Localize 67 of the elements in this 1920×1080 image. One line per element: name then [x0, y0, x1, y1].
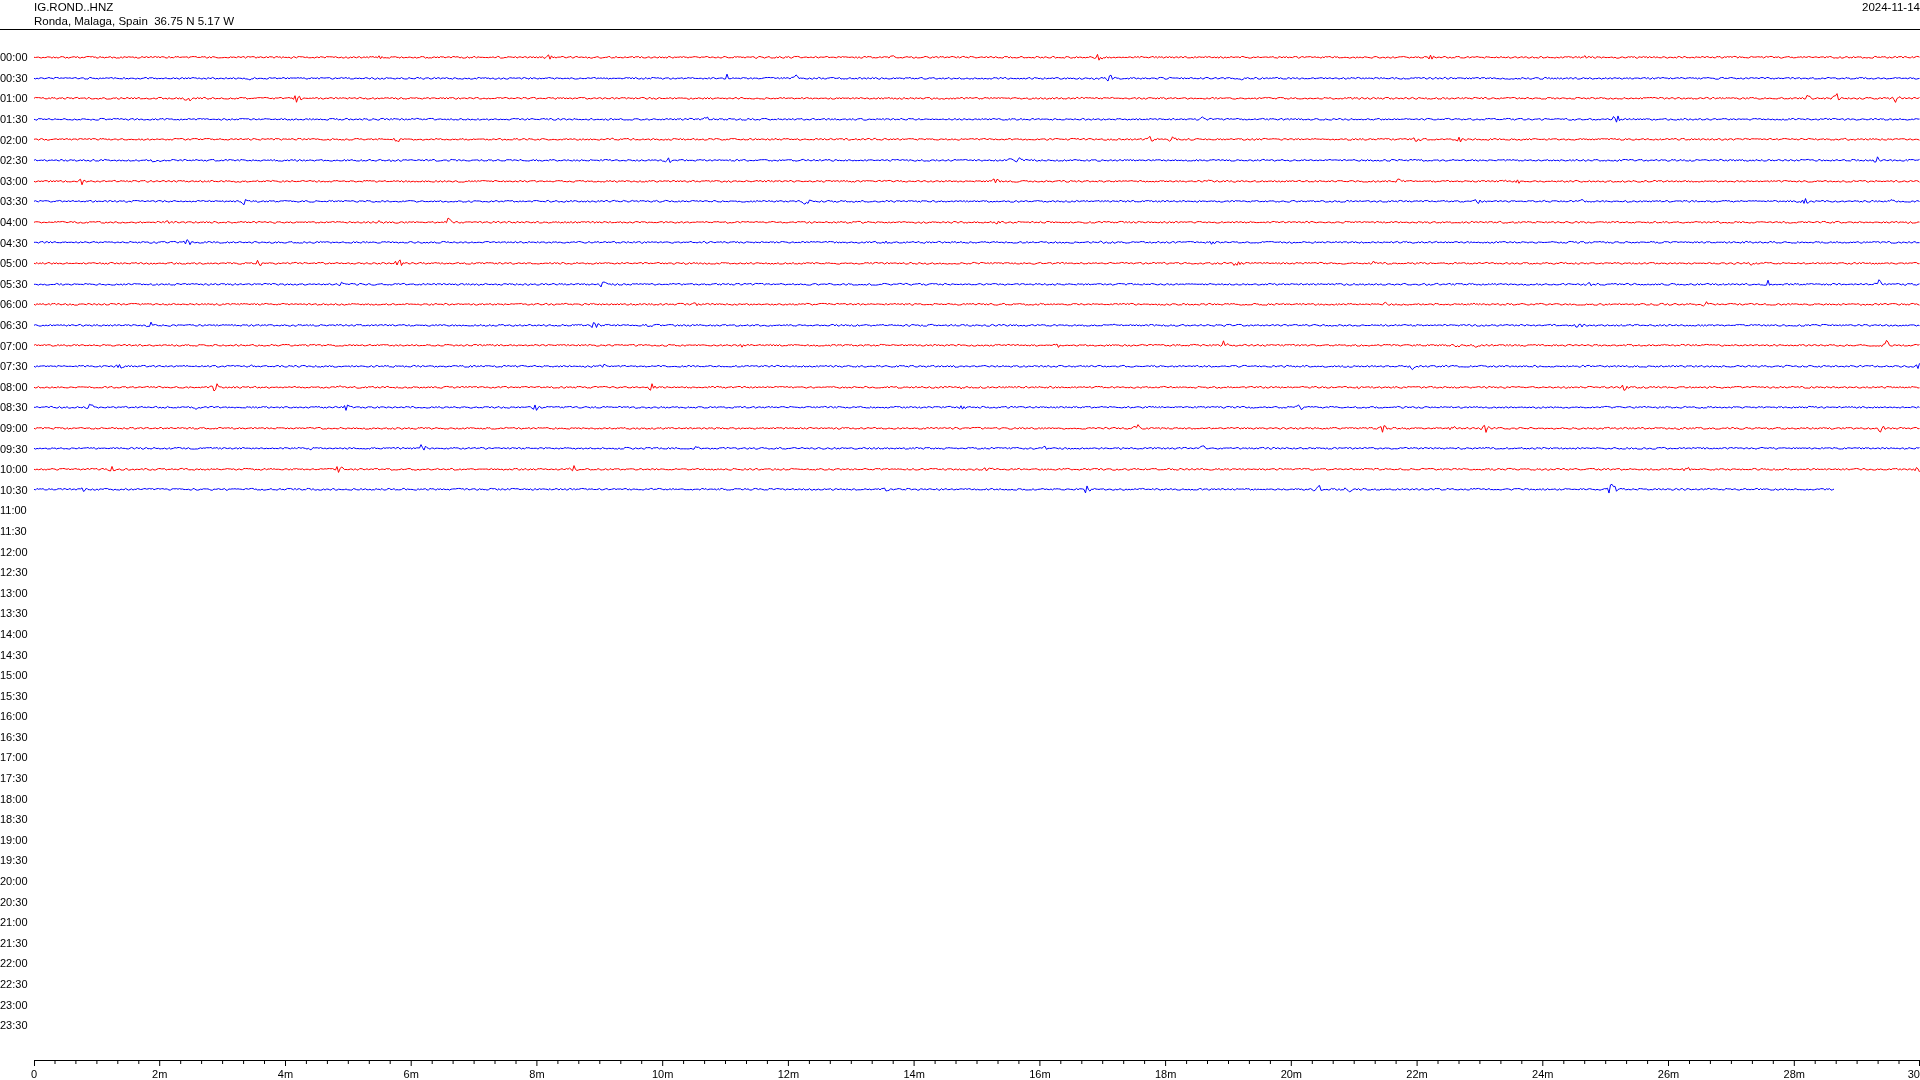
- axis-label: 10m: [651, 1067, 674, 1080]
- time-label: 14:30: [0, 648, 28, 661]
- time-label: 00:30: [0, 71, 28, 84]
- time-label: 17:30: [0, 772, 28, 785]
- time-label: 20:00: [0, 875, 28, 888]
- time-label: 08:30: [0, 401, 28, 414]
- time-label: 17:00: [0, 751, 28, 764]
- time-label: 03:30: [0, 195, 28, 208]
- time-label: 00:00: [0, 51, 28, 64]
- time-label: 15:30: [0, 689, 28, 702]
- axis-label: 18m: [1154, 1067, 1177, 1080]
- time-label: 08:00: [0, 380, 28, 393]
- time-label: 16:30: [0, 730, 28, 743]
- axis-label: 14m: [903, 1067, 925, 1080]
- time-label: 22:00: [0, 957, 28, 970]
- time-label: 03:00: [0, 174, 28, 187]
- time-label: 21:00: [0, 916, 28, 929]
- time-label: 02:00: [0, 133, 28, 146]
- time-label: 04:30: [0, 236, 28, 249]
- time-label: 18:00: [0, 792, 28, 805]
- time-label: 01:30: [0, 113, 28, 126]
- axis-label: 0: [31, 1067, 38, 1080]
- axis-label: 26m: [1657, 1067, 1680, 1080]
- time-label: 20:30: [0, 895, 28, 908]
- axis-label: 16m: [1029, 1067, 1051, 1080]
- plot-date: 2024-11-14: [1862, 0, 1920, 14]
- time-label: 11:00: [0, 504, 27, 517]
- time-label: 07:30: [0, 360, 28, 373]
- time-label: 09:00: [0, 422, 28, 434]
- time-label: 21:30: [0, 936, 28, 949]
- time-label: 04:00: [0, 216, 28, 229]
- axis-label: 24m: [1532, 1067, 1554, 1080]
- time-label: 16:00: [0, 710, 28, 723]
- time-label: 07:00: [0, 339, 28, 352]
- station-location: Ronda, Malaga, Spain 36.75 N 5.17 W: [34, 14, 235, 28]
- time-label: 06:00: [0, 298, 28, 311]
- time-label: 10:00: [0, 463, 28, 476]
- axis-label: 8m: [529, 1067, 545, 1080]
- time-label: 05:00: [0, 257, 28, 270]
- time-label: 06:30: [0, 319, 28, 331]
- time-label: 01:00: [0, 92, 28, 105]
- time-label: 09:30: [0, 442, 28, 455]
- time-label: 19:00: [0, 833, 28, 846]
- time-label: 05:30: [0, 277, 28, 290]
- time-label: 10:30: [0, 483, 28, 496]
- time-label: 23:00: [0, 998, 28, 1011]
- time-label: 23:30: [0, 1019, 28, 1032]
- time-label: 13:30: [0, 607, 28, 620]
- time-label: 19:30: [0, 854, 28, 867]
- axis-label: 22m: [1406, 1067, 1428, 1080]
- axis-label: 2m: [152, 1067, 168, 1080]
- axis-label: 30: [1907, 1067, 1920, 1080]
- axis-label: 12m: [777, 1067, 800, 1080]
- time-label: 15:00: [0, 669, 28, 682]
- axis-label: 20m: [1280, 1067, 1303, 1080]
- axis-label: 6m: [403, 1067, 419, 1080]
- time-label: 22:30: [0, 978, 28, 990]
- time-label: 11:30: [0, 524, 27, 537]
- time-label: 13:00: [0, 586, 28, 599]
- axis-label: 4m: [277, 1067, 294, 1080]
- axis-label: 28m: [1783, 1067, 1805, 1080]
- time-label: 12:30: [0, 566, 28, 579]
- time-label: 02:30: [0, 154, 28, 167]
- time-label: 18:30: [0, 813, 28, 826]
- time-label: 12:00: [0, 545, 28, 558]
- time-label: 14:00: [0, 627, 28, 640]
- station-code: IG.ROND..HNZ: [34, 0, 114, 14]
